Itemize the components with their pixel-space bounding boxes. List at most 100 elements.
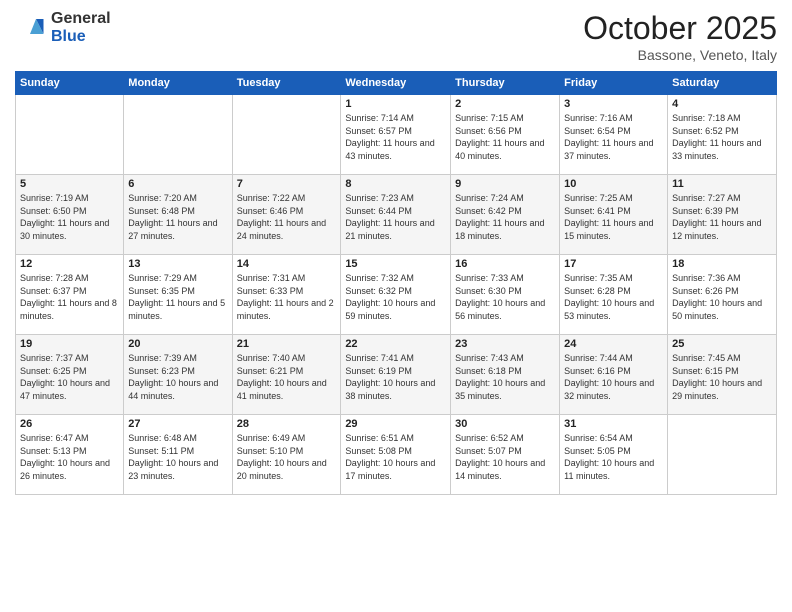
day-info: Sunrise: 6:54 AM Sunset: 5:05 PM Dayligh… [564,432,663,482]
day-number: 16 [455,258,555,270]
day-number: 11 [672,178,772,190]
month-title: October 2025 [583,10,777,47]
day-number: 27 [128,418,227,430]
day-header-tuesday: Tuesday [232,72,341,95]
calendar-cell: 27 Sunrise: 6:48 AM Sunset: 5:11 PM Dayli… [124,415,232,495]
day-number: 20 [128,338,227,350]
day-number: 18 [672,258,772,270]
calendar-cell: 24 Sunrise: 7:44 AM Sunset: 6:16 PM Dayli… [560,335,668,415]
day-number: 23 [455,338,555,350]
calendar-cell: 17 Sunrise: 7:35 AM Sunset: 6:28 PM Dayli… [560,255,668,335]
day-info: Sunrise: 7:41 AM Sunset: 6:19 PM Dayligh… [345,352,446,402]
day-number: 9 [455,178,555,190]
day-number: 7 [237,178,337,190]
calendar-cell: 13 Sunrise: 7:29 AM Sunset: 6:35 PM Dayli… [124,255,232,335]
day-info: Sunrise: 7:43 AM Sunset: 6:18 PM Dayligh… [455,352,555,402]
calendar-cell: 2 Sunrise: 7:15 AM Sunset: 6:56 PM Daylig… [451,95,560,175]
calendar-cell: 8 Sunrise: 7:23 AM Sunset: 6:44 PM Daylig… [341,175,451,255]
day-number: 4 [672,98,772,110]
day-info: Sunrise: 7:37 AM Sunset: 6:25 PM Dayligh… [20,352,119,402]
calendar-cell: 9 Sunrise: 7:24 AM Sunset: 6:42 PM Daylig… [451,175,560,255]
calendar-cell: 18 Sunrise: 7:36 AM Sunset: 6:26 PM Dayli… [668,255,777,335]
calendar-cell: 5 Sunrise: 7:19 AM Sunset: 6:50 PM Daylig… [16,175,124,255]
day-number: 29 [345,418,446,430]
calendar-cell: 16 Sunrise: 7:33 AM Sunset: 6:30 PM Dayli… [451,255,560,335]
calendar-cell: 26 Sunrise: 6:47 AM Sunset: 5:13 PM Dayli… [16,415,124,495]
day-info: Sunrise: 7:36 AM Sunset: 6:26 PM Dayligh… [672,272,772,322]
day-number: 12 [20,258,119,270]
day-number: 2 [455,98,555,110]
day-header-monday: Monday [124,72,232,95]
day-info: Sunrise: 7:29 AM Sunset: 6:35 PM Dayligh… [128,272,227,322]
day-info: Sunrise: 7:44 AM Sunset: 6:16 PM Dayligh… [564,352,663,402]
day-number: 19 [20,338,119,350]
calendar-cell [124,95,232,175]
logo-blue: Blue [51,28,111,46]
logo: General Blue [15,10,111,45]
day-info: Sunrise: 7:24 AM Sunset: 6:42 PM Dayligh… [455,192,555,242]
day-info: Sunrise: 7:20 AM Sunset: 6:48 PM Dayligh… [128,192,227,242]
day-info: Sunrise: 7:19 AM Sunset: 6:50 PM Dayligh… [20,192,119,242]
logo-general: General [51,10,111,28]
day-info: Sunrise: 7:16 AM Sunset: 6:54 PM Dayligh… [564,112,663,162]
calendar-cell: 1 Sunrise: 7:14 AM Sunset: 6:57 PM Daylig… [341,95,451,175]
header: General Blue October 2025 Bassone, Venet… [15,10,777,63]
calendar-cell: 10Sunrise: 7:25 AM Sunset: 6:41 PM Dayli… [560,175,668,255]
day-number: 3 [564,98,663,110]
calendar-week-row: 12Sunrise: 7:28 AM Sunset: 6:37 PM Dayli… [16,255,777,335]
day-number: 22 [345,338,446,350]
day-info: Sunrise: 7:40 AM Sunset: 6:21 PM Dayligh… [237,352,337,402]
calendar-cell: 22 Sunrise: 7:41 AM Sunset: 6:19 PM Dayli… [341,335,451,415]
day-number: 24 [564,338,663,350]
day-header-friday: Friday [560,72,668,95]
day-number: 17 [564,258,663,270]
day-number: 14 [237,258,337,270]
day-info: Sunrise: 6:47 AM Sunset: 5:13 PM Dayligh… [20,432,119,482]
calendar-week-row: 19 Sunrise: 7:37 AM Sunset: 6:25 PM Dayli… [16,335,777,415]
day-info: Sunrise: 7:25 AM Sunset: 6:41 PM Dayligh… [564,192,663,242]
day-info: Sunrise: 7:14 AM Sunset: 6:57 PM Dayligh… [345,112,446,162]
day-info: Sunrise: 7:35 AM Sunset: 6:28 PM Dayligh… [564,272,663,322]
calendar-cell: 25Sunrise: 7:45 AM Sunset: 6:15 PM Dayli… [668,335,777,415]
day-number: 8 [345,178,446,190]
calendar-cell: 15Sunrise: 7:32 AM Sunset: 6:32 PM Dayli… [341,255,451,335]
calendar-cell: 28Sunrise: 6:49 AM Sunset: 5:10 PM Dayli… [232,415,341,495]
day-info: Sunrise: 6:52 AM Sunset: 5:07 PM Dayligh… [455,432,555,482]
day-number: 5 [20,178,119,190]
day-number: 13 [128,258,227,270]
calendar-cell: 31 Sunrise: 6:54 AM Sunset: 5:05 PM Dayli… [560,415,668,495]
day-info: Sunrise: 7:39 AM Sunset: 6:23 PM Dayligh… [128,352,227,402]
calendar-week-row: 5 Sunrise: 7:19 AM Sunset: 6:50 PM Daylig… [16,175,777,255]
day-info: Sunrise: 7:33 AM Sunset: 6:30 PM Dayligh… [455,272,555,322]
day-header-thursday: Thursday [451,72,560,95]
calendar-cell [16,95,124,175]
day-info: Sunrise: 7:18 AM Sunset: 6:52 PM Dayligh… [672,112,772,162]
day-info: Sunrise: 7:23 AM Sunset: 6:44 PM Dayligh… [345,192,446,242]
day-number: 28 [237,418,337,430]
calendar-week-row: 1 Sunrise: 7:14 AM Sunset: 6:57 PM Daylig… [16,95,777,175]
calendar: SundayMondayTuesdayWednesdayThursdayFrid… [15,71,777,495]
day-number: 1 [345,98,446,110]
calendar-header-row: SundayMondayTuesdayWednesdayThursdayFrid… [16,72,777,95]
day-number: 21 [237,338,337,350]
day-number: 26 [20,418,119,430]
calendar-cell: 23 Sunrise: 7:43 AM Sunset: 6:18 PM Dayli… [451,335,560,415]
calendar-cell: 30 Sunrise: 6:52 AM Sunset: 5:07 PM Dayli… [451,415,560,495]
location: Bassone, Veneto, Italy [583,47,777,63]
day-number: 30 [455,418,555,430]
day-header-sunday: Sunday [16,72,124,95]
calendar-cell: 11Sunrise: 7:27 AM Sunset: 6:39 PM Dayli… [668,175,777,255]
day-header-wednesday: Wednesday [341,72,451,95]
calendar-cell: 20 Sunrise: 7:39 AM Sunset: 6:23 PM Dayli… [124,335,232,415]
calendar-cell: 19 Sunrise: 7:37 AM Sunset: 6:25 PM Dayli… [16,335,124,415]
day-number: 31 [564,418,663,430]
day-info: Sunrise: 6:48 AM Sunset: 5:11 PM Dayligh… [128,432,227,482]
calendar-cell: 4 Sunrise: 7:18 AM Sunset: 6:52 PM Daylig… [668,95,777,175]
calendar-cell: 29Sunrise: 6:51 AM Sunset: 5:08 PM Dayli… [341,415,451,495]
page: General Blue October 2025 Bassone, Venet… [0,0,792,612]
day-info: Sunrise: 7:15 AM Sunset: 6:56 PM Dayligh… [455,112,555,162]
calendar-cell: 14Sunrise: 7:31 AM Sunset: 6:33 PM Dayli… [232,255,341,335]
day-number: 25 [672,338,772,350]
calendar-cell: 7 Sunrise: 7:22 AM Sunset: 6:46 PM Daylig… [232,175,341,255]
day-info: Sunrise: 7:22 AM Sunset: 6:46 PM Dayligh… [237,192,337,242]
